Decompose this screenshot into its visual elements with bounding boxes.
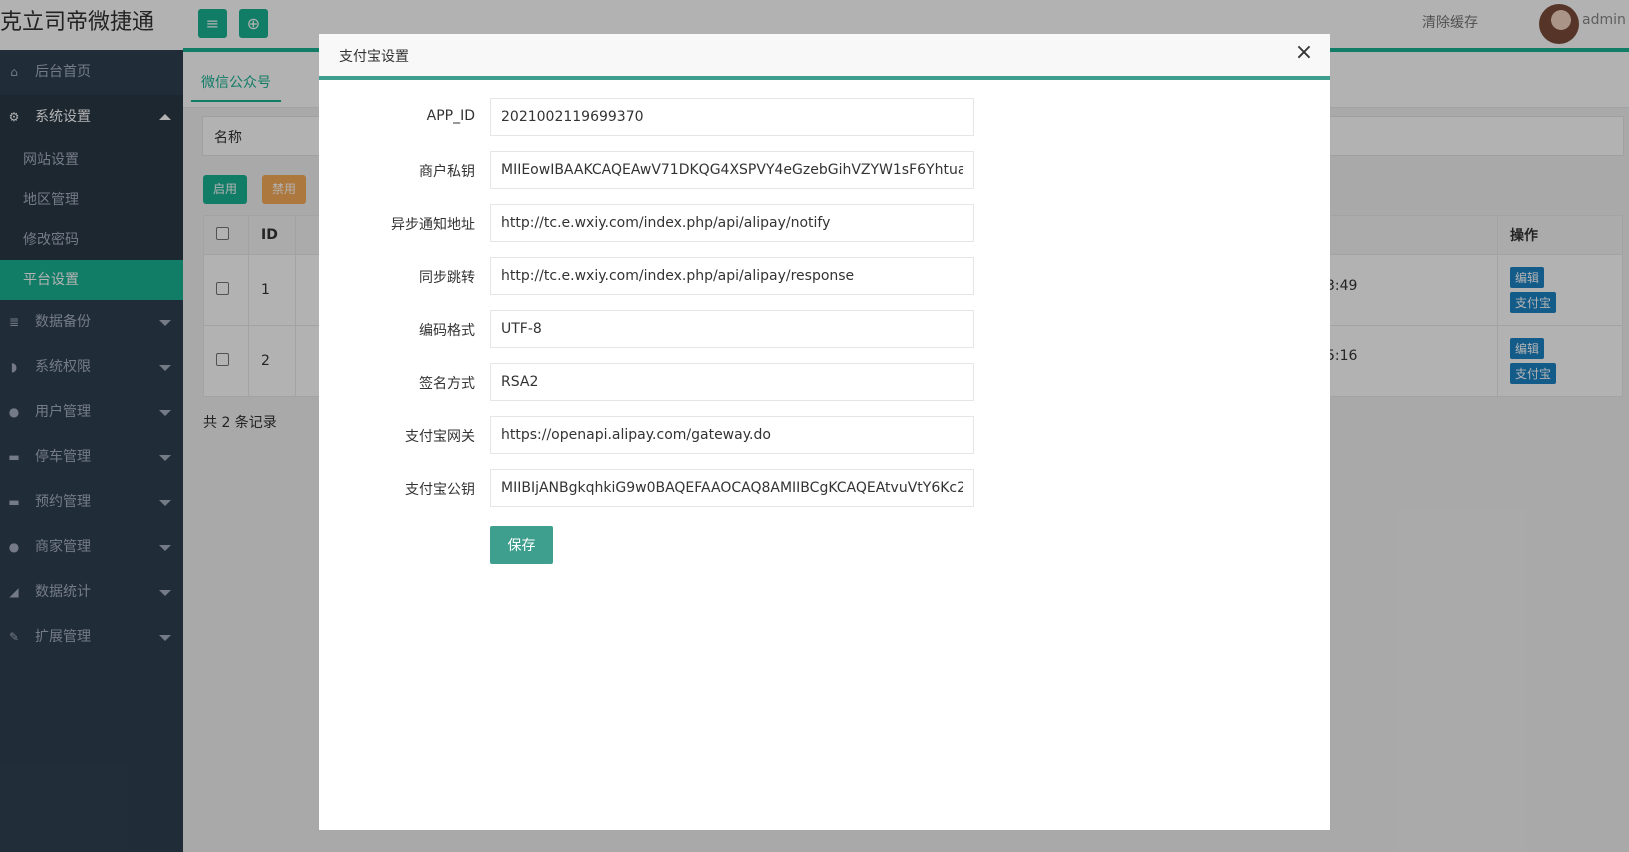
gateway-label: 支付宝网关	[405, 429, 475, 445]
charset-label: 编码格式	[419, 323, 475, 339]
app-id-label: APP_ID	[426, 108, 475, 124]
form-row-sign-type: 签名方式	[319, 363, 1330, 401]
public-key-label: 支付宝公钥	[405, 482, 475, 498]
return-url-input[interactable]	[490, 257, 974, 295]
notify-url-input[interactable]	[490, 204, 974, 242]
private-key-input[interactable]	[490, 151, 974, 189]
form-row-public-key: 支付宝公钥	[319, 469, 1330, 507]
close-button[interactable]: ×	[1292, 41, 1316, 65]
return-url-label: 同步跳转	[419, 270, 475, 286]
app-id-input[interactable]	[490, 98, 974, 136]
private-key-label: 商户私钥	[419, 164, 475, 180]
notify-url-label: 异步通知地址	[391, 217, 475, 233]
form-row-charset: 编码格式	[319, 310, 1330, 348]
public-key-input[interactable]	[490, 469, 974, 507]
form-row-return-url: 同步跳转	[319, 257, 1330, 295]
gateway-input[interactable]	[490, 416, 974, 454]
form-row-app-id: APP_ID	[319, 98, 1330, 136]
form-row-gateway: 支付宝网关	[319, 416, 1330, 454]
save-button[interactable]: 保存	[490, 526, 553, 564]
sign-type-input[interactable]	[490, 363, 974, 401]
close-icon: ×	[1294, 40, 1314, 65]
alipay-settings-modal: 支付宝设置 × APP_ID 商户私钥 异步通知地址 同步跳转 编码格式 签名方…	[319, 34, 1330, 830]
charset-input[interactable]	[490, 310, 974, 348]
sign-type-label: 签名方式	[419, 376, 475, 392]
form-row-notify-url: 异步通知地址	[319, 204, 1330, 242]
modal-title: 支付宝设置	[339, 49, 409, 65]
form-row-private-key: 商户私钥	[319, 151, 1330, 189]
modal-header: 支付宝设置 ×	[319, 34, 1330, 80]
